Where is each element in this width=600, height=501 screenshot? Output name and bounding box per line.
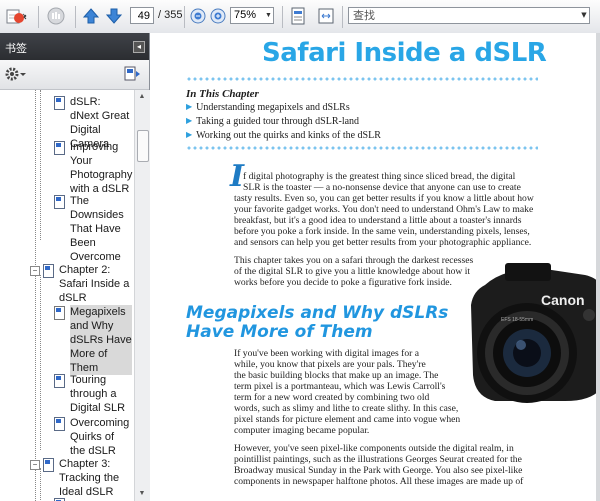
zoom-out-icon[interactable] xyxy=(189,6,207,26)
scrollbar-thumb[interactable] xyxy=(137,130,149,162)
tree-guide-line xyxy=(40,90,41,240)
collapse-toggle-icon[interactable]: − xyxy=(30,266,40,276)
bookmark-label: The Downsides That Have Been Overcome xyxy=(70,195,124,263)
bookmarks-title: 书签 xyxy=(5,42,27,55)
chapter-title: Safari Inside a dSLR xyxy=(262,38,547,68)
bookmarks-panel: 书签 ◂ dSLR: dNext Great Digital Camera Im… xyxy=(0,33,150,501)
camera-illustration: Canon EFS 18-55mm xyxy=(471,263,600,403)
bookmark-label: Overcoming Quirks of the dSLR xyxy=(70,417,130,457)
bookmarks-scrollbar[interactable]: ▲ ▼ xyxy=(134,90,150,501)
bookmark-item[interactable] xyxy=(54,497,132,501)
paragraph-line: works before you decide to poke a figura… xyxy=(234,277,452,288)
scroll-down-icon[interactable]: ▼ xyxy=(137,489,147,499)
bookmarks-header: 书签 ◂ xyxy=(0,33,149,60)
paragraph-line: This chapter takes you on a safari throu… xyxy=(234,255,474,266)
in-this-chapter-heading: In This Chapter xyxy=(186,88,259,100)
paragraph-line: Broadway musical Sunday in the Park with… xyxy=(234,465,523,476)
bookmark-label: Improving Your Photography with a dSLR xyxy=(70,141,133,195)
paragraph-line: words, such as slimy and lithe to create… xyxy=(234,403,459,414)
paragraph-line: the basic building blocks that make up a… xyxy=(234,370,439,381)
paragraph-line: However, you've seen pixel-like componen… xyxy=(234,443,514,454)
scroll-up-icon[interactable]: ▲ xyxy=(137,92,147,102)
page-number-input[interactable]: 49 xyxy=(130,7,154,24)
chevron-down-icon[interactable]: ▼ xyxy=(579,8,589,23)
chevron-down-icon[interactable]: ▼ xyxy=(264,8,273,23)
bookmark-item-selected[interactable]: Megapixels and Why dSLRs Have More of Th… xyxy=(54,305,132,375)
intro-line: tasty results. Even so, you can get bett… xyxy=(234,193,534,204)
toolbar-separator xyxy=(184,6,185,28)
paragraph-line: computer imaging became popular. xyxy=(234,425,370,436)
intro-line: f digital photography is the greatest th… xyxy=(243,171,516,182)
dotted-rule xyxy=(186,146,538,150)
expand-bookmark-icon[interactable] xyxy=(124,66,142,87)
paragraph-line: of the digital SLR to give you a little … xyxy=(234,266,471,277)
intro-line: before you poke a fork inside. In the sa… xyxy=(234,226,530,237)
find-placeholder: 查找 xyxy=(353,9,375,22)
paragraph-line: If you've been working with digital imag… xyxy=(234,348,420,359)
bookmark-page-icon xyxy=(54,141,65,155)
zoom-value: 75% xyxy=(234,9,257,21)
hand-tool-icon[interactable] xyxy=(44,6,68,26)
bookmark-page-icon xyxy=(54,417,65,431)
paragraph-line: term pixel is a portmanteau, which was L… xyxy=(234,381,446,392)
bookmark-page-icon xyxy=(43,264,54,278)
bookmark-item[interactable]: Overcoming Quirks of the dSLR xyxy=(54,416,132,458)
bookmark-page-icon xyxy=(54,306,65,320)
toolbar-separator xyxy=(75,6,76,28)
find-input[interactable]: 查找 ▼ xyxy=(348,7,590,24)
single-page-icon[interactable] xyxy=(288,6,308,26)
paragraph-line: while, you know that pixels are your pal… xyxy=(234,359,426,370)
bookmark-label: Chapter 2: Safari Inside a dSLR xyxy=(59,264,130,304)
camera-brand: Canon xyxy=(541,292,585,308)
bookmark-label: Megapixels and Why dSLRs Have More of Th… xyxy=(70,305,132,375)
paragraph-line: components in newspaper halftone photos.… xyxy=(234,476,524,487)
main-toolbar: 49 / 355 75% ▼ 查找 ▼ xyxy=(0,0,600,34)
paragraph-line: pixel stands for picture element and cam… xyxy=(234,414,461,425)
bookmark-label: Chapter 3: Tracking the Ideal dSLR xyxy=(59,458,120,498)
bookmarks-toolbar xyxy=(0,60,149,90)
paragraph-line: pointillist paintings, such as the illus… xyxy=(234,454,522,465)
collapse-toggle-icon[interactable]: − xyxy=(30,460,40,470)
section-heading-line: Have More of Them xyxy=(186,322,373,342)
toolbar-separator xyxy=(342,6,343,28)
fit-width-icon[interactable] xyxy=(316,6,336,26)
zoom-in-icon[interactable] xyxy=(209,6,227,26)
bookmark-item[interactable]: The Downsides That Have Been Overcome xyxy=(54,194,132,264)
prev-page-icon[interactable] xyxy=(81,6,101,26)
collapse-panel-icon[interactable]: ◂ xyxy=(133,41,145,53)
drop-cap: I xyxy=(230,159,245,194)
bookmark-page-icon xyxy=(54,374,65,388)
intro-line: your favorite gadget works. You don't ne… xyxy=(234,204,534,215)
bookmark-label: Touring through a Digital SLR xyxy=(70,374,126,414)
intro-line: breakfast, but it's a good idea to under… xyxy=(234,215,522,226)
options-gear-icon[interactable] xyxy=(5,67,27,86)
section-heading-line: Megapixels and Why dSLRs xyxy=(186,303,449,323)
bookmark-item-chapter-2[interactable]: − Chapter 2: Safari Inside a dSLR xyxy=(30,263,130,305)
bookmark-page-icon xyxy=(54,96,65,110)
chapter-bullet: Taking a guided tour through dSLR-land xyxy=(186,116,359,127)
lens-text: EFS 18-55mm xyxy=(501,317,533,323)
paragraph-line: term for a new word created by combining… xyxy=(234,392,430,403)
bookmark-item-chapter-3[interactable]: − Chapter 3: Tracking the Ideal dSLR xyxy=(30,457,130,499)
page-edge xyxy=(596,33,600,501)
page-total: / 355 xyxy=(158,9,183,21)
bookmark-item[interactable]: Touring through a Digital SLR xyxy=(54,373,132,415)
bookmark-page-icon xyxy=(54,195,65,209)
intro-line: SLR is the toaster — a no-nonsense devic… xyxy=(243,182,521,193)
bookmark-page-icon xyxy=(43,458,54,472)
section-heading: Megapixels and Why dSLRs Have More of Th… xyxy=(186,304,448,342)
bookmark-item[interactable]: Improving Your Photography with a dSLR xyxy=(54,140,132,196)
bookmarks-tree: dSLR: dNext Great Digital Camera Improvi… xyxy=(0,90,134,501)
toolbar-separator xyxy=(282,6,283,28)
dotted-rule xyxy=(186,77,538,81)
zoom-select[interactable]: 75% ▼ xyxy=(230,7,274,24)
intro-line: and sensors can help you get better resu… xyxy=(234,237,532,248)
chapter-bullet: Understanding megapixels and dSLRs xyxy=(186,102,350,113)
chapter-bullet: Working out the quirks and kinks of the … xyxy=(186,130,381,141)
open-file-icon[interactable] xyxy=(4,6,30,26)
next-page-icon[interactable] xyxy=(104,6,124,26)
toolbar-separator xyxy=(38,6,39,28)
document-view[interactable]: Safari Inside a dSLR In This Chapter Und… xyxy=(150,33,600,501)
